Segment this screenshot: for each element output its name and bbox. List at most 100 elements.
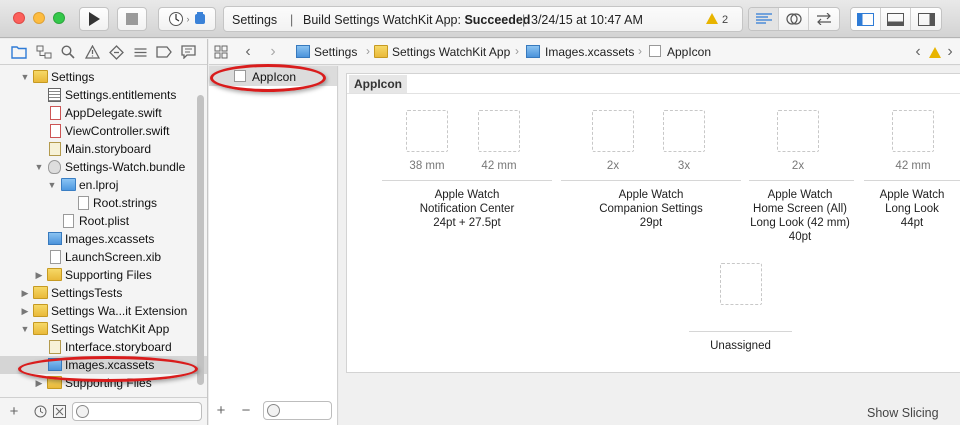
- back-button[interactable]: ‹: [240, 43, 256, 60]
- tree-row-interface-storyboard[interactable]: Interface.storyboard: [0, 338, 207, 356]
- tree-row-root-strings[interactable]: Root.strings: [0, 194, 207, 212]
- disclosure-expanded-icon[interactable]: ▼: [34, 162, 44, 172]
- disclosure-collapsed-icon[interactable]: ▶: [34, 270, 44, 280]
- toggle-debug-area-button[interactable]: [881, 8, 911, 30]
- next-issue-button[interactable]: ›: [942, 43, 958, 60]
- report-navigator-tab[interactable]: [180, 44, 196, 60]
- group-label-line: 44pt: [900, 217, 924, 229]
- tree-row-launchscreen-xib[interactable]: LaunchScreen.xib: [0, 248, 207, 266]
- speech-bubble-icon: [180, 45, 196, 59]
- icon-slot-38mm[interactable]: [406, 110, 448, 152]
- project-icon: [296, 45, 310, 58]
- run-button[interactable]: [79, 7, 109, 31]
- group-divider: [689, 331, 792, 332]
- disclosure-collapsed-icon[interactable]: ▶: [20, 306, 30, 316]
- forward-button[interactable]: ›: [265, 43, 281, 60]
- icon-slot-42mm[interactable]: [892, 110, 934, 152]
- tree-row-en-lproj[interactable]: ▼ en.lproj: [0, 176, 207, 194]
- activity-build-status: Build Settings WatchKit App: Succeeded: [303, 13, 530, 27]
- recent-files-icon[interactable]: [33, 404, 47, 418]
- tree-row-supporting-files[interactable]: ▶ Supporting Files: [0, 266, 207, 284]
- window-close-button[interactable]: [13, 12, 25, 24]
- tree-row-appdelegate[interactable]: AppDelegate.swift: [0, 104, 207, 122]
- tree-row-settings-watch-bundle[interactable]: ▼ Settings-Watch.bundle: [0, 158, 207, 176]
- activity-timestamp: 3/24/15 at 10:47 AM: [531, 13, 643, 27]
- asset-set-list: AppIcon + −: [209, 66, 338, 425]
- issue-navigator-tab[interactable]: [84, 44, 100, 60]
- source-control-filter-icon[interactable]: [52, 404, 66, 418]
- breadcrumb-asset-catalog[interactable]: Images.xcassets: [545, 45, 634, 59]
- previous-issue-button[interactable]: ‹: [910, 43, 926, 60]
- standard-editor-button[interactable]: [749, 8, 779, 30]
- disclosure-collapsed-icon[interactable]: ▶: [34, 378, 44, 388]
- assistant-editor-button[interactable]: [779, 8, 809, 30]
- icon-slot-3x[interactable]: [663, 110, 705, 152]
- disclosure-collapsed-icon[interactable]: ▶: [20, 288, 30, 298]
- navigator-pane-icon: [857, 12, 874, 26]
- disclosure-expanded-icon[interactable]: ▼: [20, 72, 30, 82]
- tree-row-watchkit-extension[interactable]: ▶ Settings Wa...it Extension: [0, 302, 207, 320]
- tree-item-label: AppDelegate.swift: [65, 106, 162, 120]
- chevron-right-icon: ›: [186, 14, 190, 24]
- tree-item-label: ViewController.swift: [65, 124, 170, 138]
- breadcrumb-group[interactable]: Settings WatchKit App: [392, 45, 510, 59]
- app-icon-set-panel: AppIcon 38 mm 42 mm 2x 3x 2x 42 mm Apple…: [346, 73, 960, 373]
- tree-row-entitlements[interactable]: Settings.entitlements: [0, 86, 207, 104]
- scheme-selector[interactable]: ›: [158, 7, 216, 31]
- tree-item-label: LaunchScreen.xib: [65, 250, 162, 264]
- icon-slot-2x[interactable]: [592, 110, 634, 152]
- filter-icon: [76, 405, 89, 418]
- issue-warning-button[interactable]: [927, 44, 943, 60]
- breadcrumb-project[interactable]: Settings: [314, 45, 357, 59]
- tree-row-watchkit-app[interactable]: ▼ Settings WatchKit App: [0, 320, 207, 338]
- icon-slot-unassigned[interactable]: [720, 263, 762, 305]
- window-minimize-button[interactable]: [33, 12, 45, 24]
- folder-icon: [374, 45, 388, 58]
- chevron-right-icon: ›: [515, 44, 519, 58]
- activity-status-prefix: Build Settings WatchKit App:: [303, 13, 465, 27]
- icon-slot-42mm[interactable]: [478, 110, 520, 152]
- version-editor-button[interactable]: [809, 8, 839, 30]
- test-navigator-tab[interactable]: [108, 44, 124, 60]
- tree-row-settings-group[interactable]: ▼ Settings: [0, 68, 207, 86]
- slot-label: 42 mm: [895, 160, 931, 172]
- tree-row-main-storyboard[interactable]: Main.storyboard: [0, 140, 207, 158]
- tree-row-root-plist[interactable]: Root.plist: [0, 212, 207, 230]
- show-slicing-button[interactable]: Show Slicing: [867, 406, 939, 420]
- group-label-notification-center: Apple Watch Notification Center 24pt + 2…: [382, 188, 552, 230]
- utilities-pane-icon: [917, 12, 935, 26]
- tree-row-viewcontroller[interactable]: ViewController.swift: [0, 122, 207, 140]
- remove-asset-icon[interactable]: −: [239, 402, 253, 419]
- tree-item-label: Root.plist: [79, 214, 130, 228]
- toggle-utilities-button[interactable]: [911, 8, 941, 30]
- navigator-filter-field[interactable]: [72, 402, 202, 421]
- symbol-navigator-tab[interactable]: [36, 44, 52, 60]
- breadcrumb-appicon[interactable]: AppIcon: [667, 45, 711, 59]
- group-label-long-look: Apple Watch Long Look 44pt: [864, 188, 960, 230]
- project-navigator-tab[interactable]: [11, 44, 27, 60]
- debug-navigator-tab[interactable]: [132, 44, 148, 60]
- warning-icon: [706, 13, 718, 24]
- folder-blue-icon: [61, 178, 76, 191]
- tree-row-settingstests[interactable]: ▶ SettingsTests: [0, 284, 207, 302]
- bundle-icon: [48, 160, 61, 174]
- tree-row-images-xcassets[interactable]: Images.xcassets: [0, 230, 207, 248]
- window-zoom-button[interactable]: [53, 12, 65, 24]
- hierarchy-icon: [36, 45, 52, 59]
- disclosure-expanded-icon[interactable]: ▼: [20, 324, 30, 334]
- icon-slot-2x[interactable]: [777, 110, 819, 152]
- add-icon[interactable]: +: [7, 403, 21, 420]
- entitlements-file-icon: [48, 88, 61, 102]
- activity-status-result: Succeeded: [464, 13, 531, 27]
- asset-filter-field[interactable]: [263, 401, 332, 420]
- related-items-icon[interactable]: [213, 44, 229, 60]
- view-toggle-selector: [850, 7, 942, 31]
- toggle-navigator-button[interactable]: [851, 8, 881, 30]
- navigator-scrollbar[interactable]: [197, 95, 204, 385]
- breakpoint-navigator-tab[interactable]: [156, 44, 172, 60]
- warning-badge[interactable]: 2: [706, 13, 728, 26]
- disclosure-expanded-icon[interactable]: ▼: [47, 180, 57, 190]
- find-navigator-tab[interactable]: [60, 44, 76, 60]
- add-asset-icon[interactable]: +: [214, 402, 228, 419]
- stop-button[interactable]: [117, 7, 147, 31]
